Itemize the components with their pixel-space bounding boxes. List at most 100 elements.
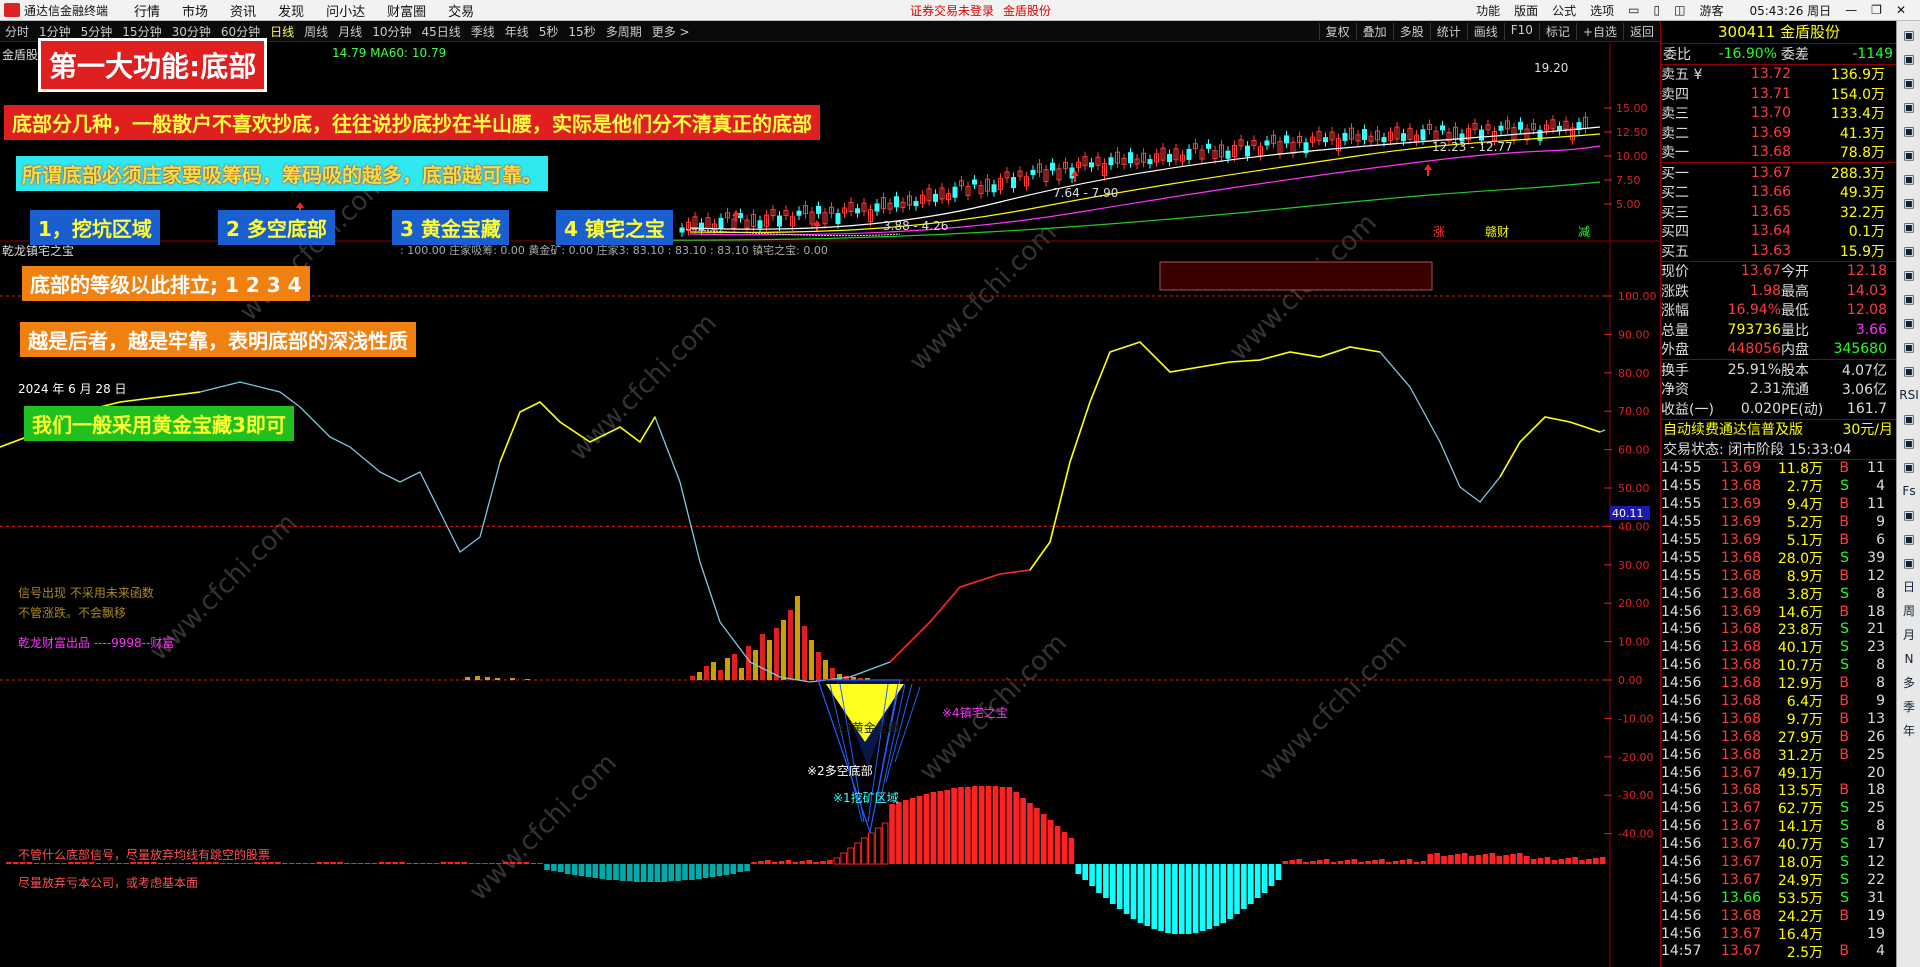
period-monthly[interactable]: 月线 <box>333 23 367 40</box>
side-tool-button[interactable]: N <box>1899 649 1919 669</box>
side-tool-button[interactable]: ▣ <box>1899 457 1919 477</box>
menu-gongshi[interactable]: 公式 <box>1552 2 1576 19</box>
period-30min[interactable]: 30分钟 <box>167 23 216 40</box>
period-45day[interactable]: 45日线 <box>416 23 465 40</box>
side-tool-button[interactable]: ▣ <box>1899 193 1919 213</box>
quote-row: 14:56 13.68 24.2万 B 19 <box>1661 907 1885 925</box>
tool-biaoji[interactable]: 标记 <box>1538 22 1576 40</box>
side-tool-button[interactable]: ▣ <box>1899 433 1919 453</box>
side-tool-button[interactable]: 周 <box>1899 601 1919 621</box>
chart-area[interactable]: www.cfchi.com www.cfchi.com www.cfchi.co… <box>0 38 1660 967</box>
side-tool-button[interactable]: ▣ <box>1899 529 1919 549</box>
menu-banmian[interactable]: 版面 <box>1514 2 1538 19</box>
phone-icon[interactable]: ▯ <box>1653 3 1660 17</box>
side-tool-button[interactable]: ▣ <box>1899 289 1919 309</box>
minimize-icon[interactable]: — <box>1845 3 1857 17</box>
menu-xuanxiang[interactable]: 选项 <box>1590 2 1614 19</box>
side-tool-button[interactable]: ▣ <box>1899 337 1919 357</box>
quote-row: 14:56 13.67 49.1万 20 <box>1661 764 1885 782</box>
user-label[interactable]: 游客 <box>1699 2 1723 19</box>
period-multi[interactable]: 多周期 <box>601 23 647 40</box>
side-tool-button[interactable]: ▣ <box>1899 97 1919 117</box>
print-icon[interactable]: ▭ <box>1628 3 1639 17</box>
quote-row: 收益(一) 0.020 PE(动) 161.7 <box>1661 400 1887 418</box>
histogram-bar <box>937 791 944 864</box>
side-tool-button[interactable]: ▣ <box>1899 409 1919 429</box>
tool-zixuan[interactable]: +自选 <box>1575 22 1623 40</box>
side-tool-button[interactable]: 月 <box>1899 625 1919 645</box>
menu-item-hangqing[interactable]: 行情 <box>134 1 160 20</box>
side-tool-button[interactable]: ▣ <box>1899 145 1919 165</box>
login-warning[interactable]: 证券交易未登录 <box>910 2 994 19</box>
side-tool-button[interactable]: 年 <box>1899 721 1919 741</box>
side-tool-button[interactable]: ▣ <box>1899 73 1919 93</box>
side-tool-button[interactable]: ▣ <box>1899 49 1919 69</box>
side-tool-button[interactable]: 日 <box>1899 577 1919 597</box>
stock-code-name[interactable]: 300411 金盾股份 <box>1661 21 1897 44</box>
menu-item-zixun[interactable]: 资讯 <box>230 1 256 20</box>
side-tool-button[interactable]: ▣ <box>1899 169 1919 189</box>
menu-gongneng[interactable]: 功能 <box>1476 2 1500 19</box>
histogram-bar <box>54 863 60 864</box>
close-icon[interactable]: ✕ <box>1896 3 1906 17</box>
histogram-bar <box>1289 860 1295 864</box>
period-daily[interactable]: 日线 <box>265 23 299 40</box>
tick-list[interactable]: 14:55 13.69 11.8万 B 11 14:55 13.68 2.7万 S 4 14:55 1… <box>1661 460 1897 960</box>
side-tool-button[interactable]: 季 <box>1899 697 1919 717</box>
annotation-b2: 2 多空底部 <box>218 210 335 245</box>
indicator-tick: 100.00 <box>1618 290 1657 303</box>
promo-price[interactable]: 30元/月 <box>1842 419 1897 439</box>
menu-item-faxian[interactable]: 发现 <box>278 1 304 20</box>
menu-item-jiaoyi[interactable]: 交易 <box>448 1 474 20</box>
tool-duogu[interactable]: 多股 <box>1392 22 1430 40</box>
candle <box>1342 132 1348 141</box>
menu-item-caifuquan[interactable]: 财富圈 <box>387 1 426 20</box>
histogram-bar <box>868 832 875 865</box>
histogram-bar <box>537 863 543 864</box>
period-year[interactable]: 年线 <box>500 23 534 40</box>
period-quarter[interactable]: 季线 <box>466 23 500 40</box>
annotation-line2: 所谓底部必须庄家要吸筹码，筹码吸的越多，底部越可靠。 <box>16 156 548 191</box>
menu-item-wenxiaoda[interactable]: 问小达 <box>326 1 365 20</box>
side-tool-button[interactable]: ▣ <box>1899 265 1919 285</box>
side-tool-button[interactable]: ▣ <box>1899 217 1919 237</box>
side-tool-button[interactable]: ▣ <box>1899 25 1919 45</box>
side-tool-button[interactable]: ▣ <box>1899 553 1919 573</box>
period-15s[interactable]: 15秒 <box>563 23 600 40</box>
side-tool-button[interactable]: ▣ <box>1899 313 1919 333</box>
tool-huaxian[interactable]: 画线 <box>1466 22 1504 40</box>
histogram-bar <box>1517 853 1523 864</box>
tool-fanhui[interactable]: 返回 <box>1622 22 1660 40</box>
stock-tab[interactable]: 金盾股份 <box>1003 2 1051 19</box>
period-60min[interactable]: 60分钟 <box>216 23 265 40</box>
side-tool-button[interactable]: RSI <box>1899 385 1919 405</box>
side-tool-button[interactable]: ▣ <box>1899 505 1919 525</box>
histogram-bar <box>599 864 605 879</box>
restore-icon[interactable]: ❐ <box>1871 3 1882 17</box>
tool-diejia[interactable]: 叠加 <box>1355 22 1393 40</box>
period-fenshi[interactable]: 分时 <box>0 23 34 40</box>
tool-f10[interactable]: F10 <box>1503 22 1539 40</box>
side-tool-button[interactable]: ▣ <box>1899 361 1919 381</box>
side-tool-button[interactable]: ▣ <box>1899 241 1919 261</box>
period-5s[interactable]: 5秒 <box>534 23 564 40</box>
histogram-bar <box>1593 858 1599 864</box>
promo-row[interactable]: 自动续费通达信普及版 30元/月 <box>1661 420 1897 440</box>
period-5min[interactable]: 5分钟 <box>76 23 118 40</box>
histogram-bar <box>765 860 771 864</box>
period-10min[interactable]: 10分钟 <box>367 23 416 40</box>
tool-fuquan[interactable]: 复权 <box>1318 22 1356 40</box>
promo-text[interactable]: 自动续费通达信普及版 <box>1661 419 1803 439</box>
quote-row: 卖一 13.68 78.8万 <box>1661 144 1885 162</box>
menu-item-shichang[interactable]: 市场 <box>182 1 208 20</box>
tool-tongji[interactable]: 统计 <box>1429 22 1467 40</box>
period-more[interactable]: 更多 > <box>647 23 695 40</box>
candle <box>933 193 938 202</box>
gift-icon[interactable]: ◫ <box>1674 3 1685 17</box>
period-1min[interactable]: 1分钟 <box>34 23 76 40</box>
period-15min[interactable]: 15分钟 <box>117 23 166 40</box>
side-tool-button[interactable]: 多 <box>1899 673 1919 693</box>
side-tool-button[interactable]: ▣ <box>1899 121 1919 141</box>
period-weekly[interactable]: 周线 <box>299 23 333 40</box>
side-tool-button[interactable]: Fs <box>1899 481 1919 501</box>
